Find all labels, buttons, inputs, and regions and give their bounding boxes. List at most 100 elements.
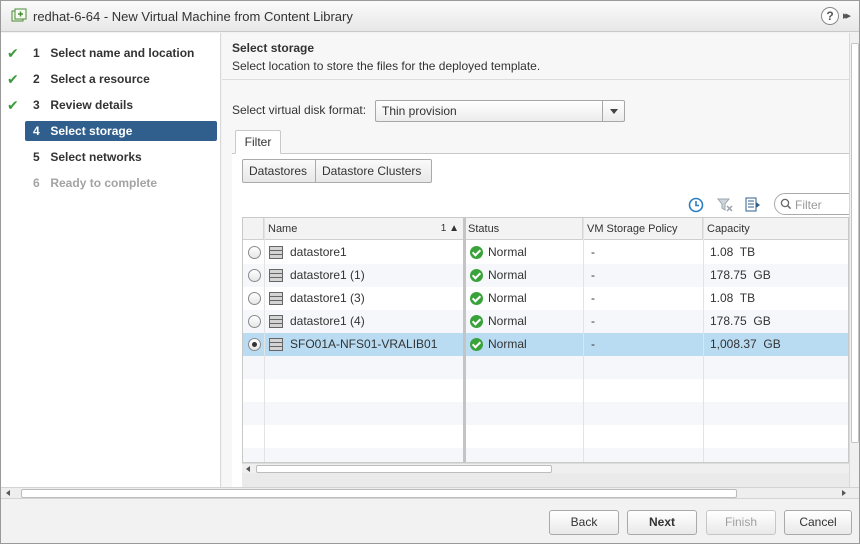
- panel-vertical-scrollbar[interactable]: [849, 33, 859, 487]
- scroll-left-icon[interactable]: [246, 466, 250, 472]
- tab-filter[interactable]: Filter: [235, 130, 281, 154]
- step-ready-to-complete: 6 Ready to complete: [25, 173, 217, 193]
- step-number: 1: [33, 46, 40, 60]
- datastore-icon: [269, 338, 283, 351]
- datastore-grid: Name 1 ▲ Status VM Storage Policy Capaci…: [242, 217, 849, 463]
- grid-scroll-thumb[interactable]: [256, 465, 552, 473]
- expand-icon[interactable]: ▸▸: [843, 9, 851, 22]
- wizard-steps: ✔ 1 Select name and location ✔ 2 Select …: [1, 33, 221, 487]
- step-number: 3: [33, 98, 40, 112]
- datastore-clusters-toggle[interactable]: Datastore Clusters: [315, 159, 432, 183]
- empty-row: [243, 379, 848, 402]
- row-radio[interactable]: [248, 246, 261, 259]
- cell-status: Normal: [464, 310, 583, 333]
- datastore-icon: [269, 315, 283, 328]
- status-ok-icon: [470, 315, 483, 328]
- export-icon[interactable]: [744, 196, 762, 214]
- status-text: Normal: [488, 337, 527, 351]
- wizard-window: redhat-6-64 - New Virtual Machine from C…: [0, 0, 860, 544]
- grid-horizontal-scrollbar[interactable]: [242, 463, 849, 473]
- table-row[interactable]: datastore1 (4) Normal - 178.75 GB: [243, 310, 848, 333]
- vm-template-icon: [11, 8, 27, 22]
- step-number: 4: [33, 124, 40, 138]
- header-status[interactable]: Status: [464, 218, 583, 240]
- empty-row: [243, 425, 848, 448]
- step-number: 2: [33, 72, 40, 86]
- chevron-down-icon[interactable]: [602, 101, 624, 121]
- divider: [222, 79, 849, 80]
- step-label: Select a resource: [50, 72, 150, 86]
- step-label: Select storage: [50, 124, 133, 138]
- check-icon: ✔: [7, 71, 19, 87]
- column-divider: [703, 218, 704, 462]
- search-icon: [780, 198, 792, 210]
- cell-capacity: 178.75 GB: [710, 268, 771, 282]
- header-select: [243, 218, 264, 240]
- grid-footer: [242, 473, 849, 487]
- cell-name: datastore1 (1): [290, 268, 365, 282]
- check-icon: ✔: [7, 45, 19, 61]
- cell-name: datastore1: [290, 245, 347, 259]
- scroll-right-icon[interactable]: [842, 490, 846, 496]
- row-radio[interactable]: [248, 338, 261, 351]
- datastore-icon: [269, 269, 283, 282]
- help-button[interactable]: ?: [821, 7, 839, 25]
- scroll-left-icon[interactable]: [6, 490, 10, 496]
- grid-header: Name 1 ▲ Status VM Storage Policy Capaci…: [243, 218, 848, 240]
- empty-row: [243, 356, 848, 379]
- storage-panel: Select storage Select location to store …: [222, 33, 849, 487]
- header-name[interactable]: Name 1 ▲: [264, 218, 464, 240]
- datastore-icon: [269, 292, 283, 305]
- table-row[interactable]: datastore1 (3) Normal - 1.08 TB: [243, 287, 848, 310]
- disk-format-label: Select virtual disk format:: [232, 103, 367, 117]
- status-ok-icon: [470, 338, 483, 351]
- cell-status: Normal: [464, 264, 583, 287]
- filter-input[interactable]: Filter: [774, 193, 849, 215]
- empty-row: [243, 448, 848, 462]
- status-text: Normal: [488, 291, 527, 305]
- header-storage-policy[interactable]: VM Storage Policy: [583, 218, 703, 240]
- column-divider: [583, 218, 584, 462]
- wizard-footer: Back Next Finish Cancel: [1, 500, 859, 543]
- scroll-thumb[interactable]: [21, 489, 737, 498]
- step-select-resource[interactable]: ✔ 2 Select a resource: [7, 69, 217, 89]
- frozen-column-divider[interactable]: [463, 218, 466, 462]
- step-select-storage[interactable]: 4 Select storage: [25, 121, 217, 141]
- empty-row: [243, 402, 848, 425]
- status-ok-icon: [470, 269, 483, 282]
- table-row-selected[interactable]: SFO01A-NFS01-VRALIB01 Normal - 1,008.37 …: [243, 333, 848, 356]
- row-radio[interactable]: [248, 315, 261, 328]
- back-button[interactable]: Back: [549, 510, 619, 535]
- sort-indicator: 1 ▲: [440, 223, 459, 234]
- cell-status: Normal: [464, 287, 583, 310]
- datastores-toggle[interactable]: Datastores: [242, 159, 316, 183]
- row-radio[interactable]: [248, 269, 261, 282]
- cell-policy: -: [591, 314, 595, 328]
- cell-policy: -: [591, 245, 595, 259]
- step-label: Select name and location: [50, 46, 195, 60]
- status-text: Normal: [488, 268, 527, 282]
- section-title: Select storage: [232, 41, 315, 55]
- filter-placeholder: Filter: [795, 198, 822, 212]
- cancel-button[interactable]: Cancel: [784, 510, 852, 535]
- clear-filter-icon[interactable]: [716, 196, 734, 214]
- cell-name: datastore1 (3): [290, 291, 365, 305]
- datastore-icon: [269, 246, 283, 259]
- tab-strip: [232, 153, 849, 154]
- step-review-details[interactable]: ✔ 3 Review details: [7, 95, 217, 115]
- history-icon[interactable]: [687, 196, 705, 214]
- cell-status: Normal: [464, 333, 583, 356]
- next-button[interactable]: Next: [627, 510, 697, 535]
- cell-policy: -: [591, 337, 595, 351]
- horizontal-scrollbar[interactable]: [1, 487, 859, 499]
- disk-format-dropdown[interactable]: Thin provision: [375, 100, 625, 122]
- panel-scroll-thumb[interactable]: [851, 43, 859, 443]
- step-select-networks[interactable]: 5 Select networks: [25, 147, 217, 167]
- header-capacity[interactable]: Capacity: [703, 218, 848, 240]
- row-radio[interactable]: [248, 292, 261, 305]
- step-select-name[interactable]: ✔ 1 Select name and location: [7, 43, 217, 63]
- cell-capacity: 1,008.37 GB: [710, 337, 781, 351]
- disk-format-value: Thin provision: [382, 104, 457, 118]
- table-row[interactable]: datastore1 Normal - 1.08 TB: [243, 241, 848, 264]
- table-row[interactable]: datastore1 (1) Normal - 178.75 GB: [243, 264, 848, 287]
